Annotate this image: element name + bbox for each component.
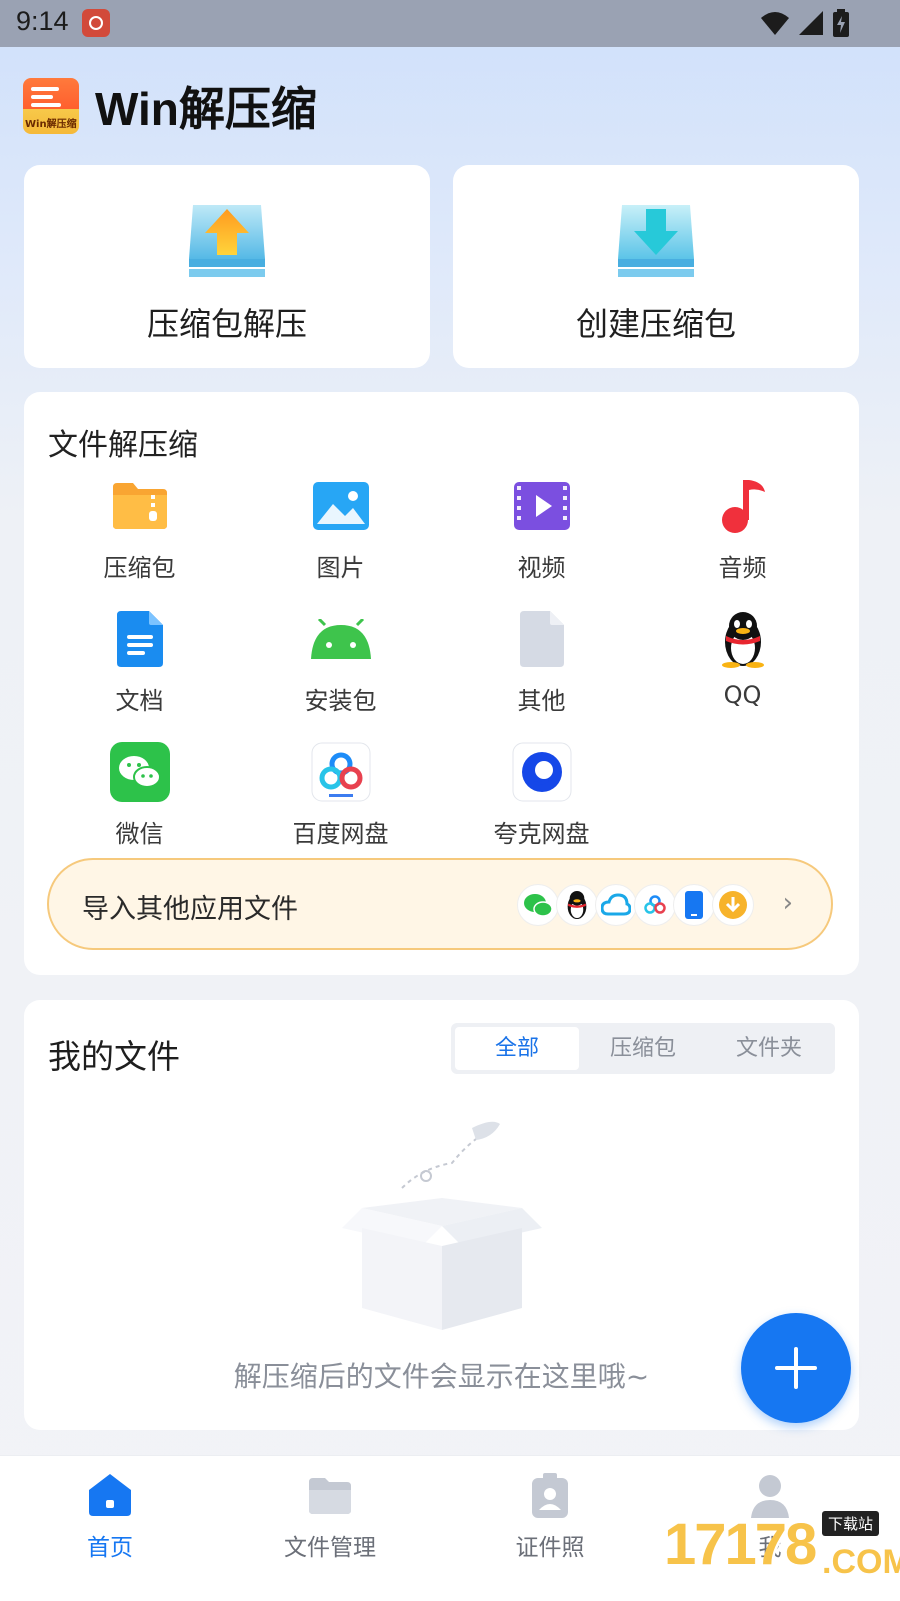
music-note-icon <box>721 480 765 533</box>
wechat-icon <box>109 742 170 802</box>
my-files-title: 我的文件 <box>48 1037 180 1076</box>
add-fab-button[interactable] <box>741 1313 851 1423</box>
status-bar: 9:14 <box>0 0 900 47</box>
baidu-netdisk-icon <box>311 742 370 802</box>
file-type-label: 其他 <box>517 687 566 715</box>
import-label: 导入其他应用文件 <box>82 894 298 925</box>
download-icon <box>712 884 754 926</box>
extract-upload-icon <box>189 205 265 277</box>
file-type-label: 微信 <box>115 820 164 848</box>
status-icons <box>760 9 850 37</box>
notification-app-icon <box>82 9 110 37</box>
battery-icon <box>833 9 849 37</box>
wifi-icon <box>761 12 789 35</box>
id-photo-icon <box>532 1473 568 1518</box>
my-files-section: 我的文件 全部 压缩包 文件夹 解压缩后的文件会显示在这里哦~ <box>24 1000 859 1430</box>
nav-label: 证件照 <box>515 1535 585 1561</box>
video-icon <box>513 482 570 530</box>
file-type-label: 夸克网盘 <box>493 820 590 848</box>
app-header: Win解压缩 Win解压缩 <box>23 77 317 135</box>
file-type-baidu-netdisk[interactable]: 百度网盘 <box>240 742 441 862</box>
phone-icon <box>673 884 715 926</box>
document-icon <box>116 611 163 667</box>
file-icon <box>519 611 564 667</box>
watermark-number: 17178 <box>664 1512 817 1577</box>
android-icon <box>310 619 371 659</box>
file-type-label: 音频 <box>718 554 767 582</box>
baidu-netdisk-icon <box>634 884 676 926</box>
my-files-tabs: 全部 压缩包 文件夹 <box>451 1023 835 1074</box>
empty-state-text: 解压缩后的文件会显示在这里哦~ <box>233 1360 650 1393</box>
tab-archives[interactable]: 压缩包 <box>581 1027 705 1070</box>
status-time: 9:14 <box>16 6 69 36</box>
file-type-label: QQ <box>723 681 762 709</box>
file-type-audio[interactable]: 音频 <box>642 476 843 596</box>
qq-penguin-icon <box>721 612 764 668</box>
file-type-video[interactable]: 视频 <box>441 476 642 596</box>
nav-home[interactable]: 首页 <box>0 1456 220 1601</box>
section-title: 文件解压缩 <box>48 428 198 463</box>
file-type-wechat[interactable]: 微信 <box>39 742 240 862</box>
nav-file-manager[interactable]: 文件管理 <box>220 1456 440 1601</box>
extract-archive-button[interactable]: 压缩包解压 <box>24 165 430 368</box>
file-type-image[interactable]: 图片 <box>240 476 441 596</box>
create-archive-button[interactable]: 创建压缩包 <box>453 165 859 368</box>
nav-label: 首页 <box>87 1535 133 1561</box>
zip-folder-icon <box>112 483 167 529</box>
tab-all[interactable]: 全部 <box>455 1027 579 1070</box>
file-type-quark-netdisk[interactable]: 夸克网盘 <box>441 742 642 862</box>
watermark-tag: 下载站 <box>822 1511 880 1536</box>
app-logo: Win解压缩 <box>23 78 79 134</box>
extract-archive-label: 压缩包解压 <box>146 305 307 343</box>
file-type-label: 百度网盘 <box>292 820 389 848</box>
file-type-label: 安装包 <box>304 687 377 715</box>
file-extract-section: 文件解压缩 压缩包 图片 视频 音频 文档 安装包 其他 QQ 微信 百度网盘 … <box>24 392 859 975</box>
wechat-icon <box>517 884 559 926</box>
create-download-icon <box>618 205 694 277</box>
tab-folders[interactable]: 文件夹 <box>707 1027 831 1070</box>
file-type-label: 文档 <box>115 687 164 715</box>
file-type-label: 图片 <box>316 554 365 582</box>
cloud-icon <box>595 884 637 926</box>
file-type-other[interactable]: 其他 <box>441 609 642 729</box>
empty-box-illustration <box>342 1121 542 1330</box>
home-icon <box>89 1474 131 1516</box>
watermark-logo: 17178 下载站 .COM <box>660 1505 900 1600</box>
file-type-label: 压缩包 <box>103 554 176 582</box>
nav-label: 文件管理 <box>284 1535 376 1561</box>
file-type-apk[interactable]: 安装包 <box>240 609 441 729</box>
file-type-label: 视频 <box>517 554 566 582</box>
folder-icon <box>309 1478 351 1514</box>
app-logo-text: Win解压缩 <box>25 119 77 130</box>
import-other-app-files[interactable]: 导入其他应用文件 › <box>47 858 833 950</box>
create-archive-label: 创建压缩包 <box>575 305 736 343</box>
image-icon <box>312 482 369 530</box>
chevron-right-icon: › <box>782 888 793 918</box>
watermark-suffix: .COM <box>822 1543 900 1581</box>
file-type-qq[interactable]: QQ <box>642 609 843 729</box>
nav-id-photo[interactable]: 证件照 <box>440 1456 660 1601</box>
qq-penguin-icon <box>556 884 598 926</box>
quark-netdisk-icon <box>512 742 571 802</box>
file-type-document[interactable]: 文档 <box>39 609 240 729</box>
file-type-archive[interactable]: 压缩包 <box>39 476 240 596</box>
signal-icon <box>799 11 823 35</box>
app-title: Win解压缩 <box>95 83 317 135</box>
